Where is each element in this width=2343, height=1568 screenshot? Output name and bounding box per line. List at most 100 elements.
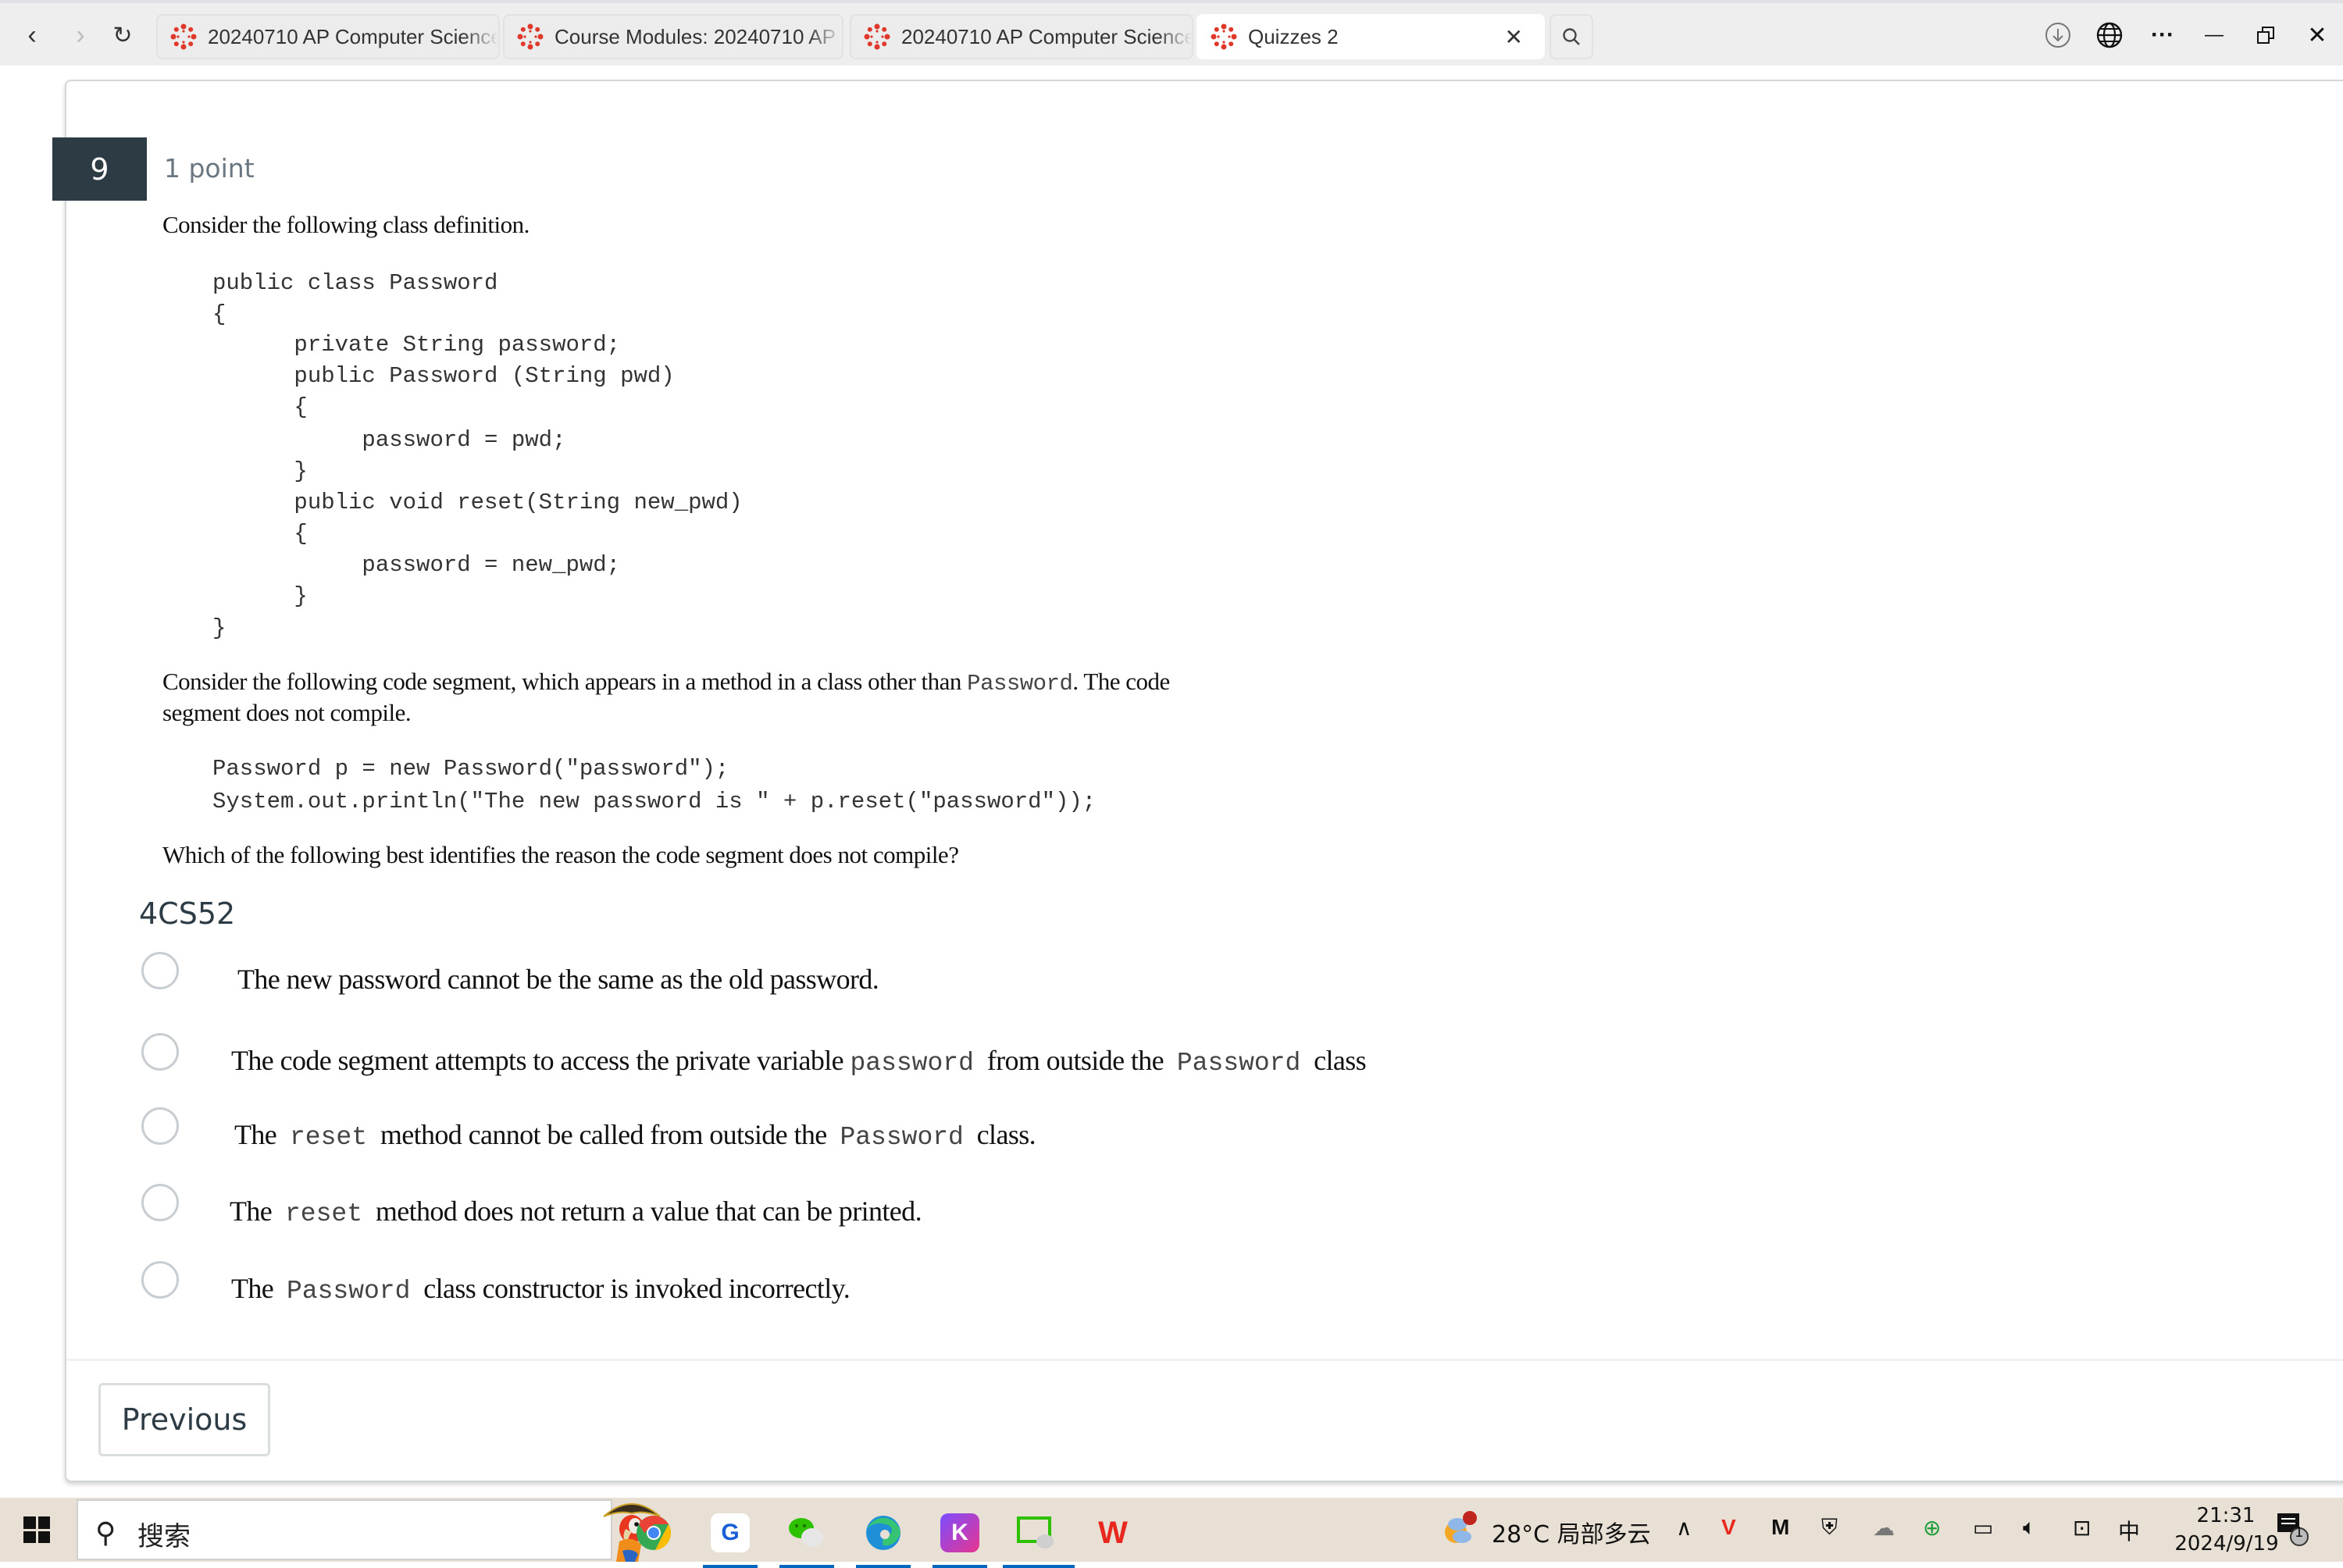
wps-icon[interactable]: W: [1093, 1513, 1132, 1552]
previous-button[interactable]: Previous: [98, 1383, 270, 1456]
close-icon: ✕: [2307, 22, 2327, 48]
back-button[interactable]: ‹: [14, 17, 50, 53]
canvas-logo-icon: [1211, 23, 1237, 50]
k-app-icon[interactable]: K: [933, 1513, 987, 1568]
notification-center-icon[interactable]: 1: [2274, 1510, 2312, 1553]
wechat-screen-icon[interactable]: [1003, 1513, 1075, 1568]
inline-code: password: [850, 1049, 974, 1078]
inline-code: reset: [289, 1123, 368, 1152]
code-line: public Password (String pwd): [212, 363, 675, 389]
windows-taskbar: ⚲ 搜索 G K W 28°C 局部多云 ∧ V M ⛨ ☁ ⊕ ▭ 🔈︎ ⊡ …: [0, 1498, 2343, 1568]
weather-icon[interactable]: [1442, 1510, 1479, 1553]
answer-option-label[interactable]: The reset method does not return a value…: [230, 1195, 922, 1228]
wechat-logo: [789, 1518, 823, 1547]
tab-3[interactable]: 20240710 AP Computer Science: [850, 14, 1193, 59]
answer-radio[interactable]: [141, 1184, 179, 1221]
answer-radio[interactable]: [141, 1261, 179, 1299]
option-text: The: [231, 1273, 287, 1304]
option-text: class: [1300, 1045, 1367, 1076]
option-text: The: [234, 1119, 290, 1150]
segment-description-cont: segment does not compile.: [162, 699, 412, 726]
inline-code: Password: [840, 1123, 964, 1152]
browser-toolbar: ‹ › ↻ 20240710 AP Computer Science Cours…: [0, 0, 2343, 66]
back-icon: ‹: [27, 20, 37, 50]
minimize-icon: —: [2205, 24, 2224, 45]
segment-code-line: Password p = new Password("password");: [212, 756, 729, 782]
answer-option-label[interactable]: The code segment attempts to access the …: [231, 1044, 1367, 1078]
answer-radio[interactable]: [141, 952, 179, 989]
ime-indicator[interactable]: 中: [2118, 1515, 2140, 1546]
question-prompt: Which of the following best identifies t…: [162, 841, 959, 868]
answer-radio[interactable]: [141, 1107, 179, 1145]
tab-2[interactable]: Course Modules: 20240710 AP Computer Sci…: [503, 14, 843, 59]
chrome-icon[interactable]: [634, 1513, 673, 1552]
screen-share-logo: [1017, 1516, 1054, 1548]
inline-code: Password: [1176, 1049, 1301, 1078]
wechat-icon[interactable]: [779, 1513, 834, 1568]
search-icon: [1563, 28, 1580, 45]
weather-cloud-icon: [1445, 1511, 1477, 1543]
notification-bubble: [2277, 1513, 2309, 1546]
code-line: }: [212, 583, 308, 609]
close-window-button[interactable]: ✕: [2298, 16, 2337, 55]
reload-button[interactable]: ↻: [105, 17, 141, 53]
tab-title: Course Modules: 20240710 AP Computer Sci…: [555, 24, 842, 48]
option-text: The new password cannot be the same as t…: [237, 964, 879, 995]
tab-title: Quizzes 2: [1248, 24, 1339, 48]
downloads-button[interactable]: [2038, 16, 2077, 55]
taskbar-search-placeholder: 搜索: [137, 1521, 191, 1552]
code-line: password = new_pwd;: [212, 552, 621, 578]
segment-code-line: System.out.println("The new password is …: [212, 789, 1097, 814]
question-points: 1 point: [164, 153, 255, 184]
answer-option-label[interactable]: The reset method cannot be called from o…: [234, 1118, 1036, 1152]
option-text: The: [230, 1196, 285, 1227]
edge-icon[interactable]: [856, 1513, 911, 1568]
g-app-icon[interactable]: G: [703, 1513, 758, 1568]
segment-description: Consider the following code segment, whi…: [162, 668, 1170, 697]
edge-logo: [866, 1516, 900, 1550]
restore-button[interactable]: [2246, 16, 2285, 55]
green-plus-tray-icon[interactable]: ⊕: [1923, 1515, 1941, 1541]
option-text: method does not return a value that can …: [362, 1196, 922, 1227]
weather-text[interactable]: 28°C 局部多云: [1492, 1515, 1651, 1549]
question-number: 9: [52, 137, 147, 201]
close-tab-icon[interactable]: ✕: [1505, 24, 1523, 50]
tab-1[interactable]: 20240710 AP Computer Science: [156, 14, 500, 59]
code-line: private String password;: [212, 332, 621, 358]
code-line: public class Password: [212, 270, 498, 296]
security-shield-icon[interactable]: ⛨: [1821, 1515, 1838, 1541]
footer-divider: [66, 1359, 2343, 1361]
notification-count: 1: [2295, 1524, 2304, 1541]
search-icon: ⚲: [95, 1516, 116, 1548]
minimize-button[interactable]: —: [2195, 16, 2234, 55]
clock-time[interactable]: 21:31: [2179, 1504, 2273, 1527]
answer-option-label[interactable]: The new password cannot be the same as t…: [237, 963, 879, 996]
show-hidden-icons-chevron-icon[interactable]: ∧: [1676, 1515, 1692, 1541]
battery-plug-icon[interactable]: ▭: [1973, 1515, 1993, 1541]
tab-search-button[interactable]: [1550, 14, 1593, 59]
onedrive-sync-icon[interactable]: ☁: [1873, 1515, 1895, 1541]
m-tray-icon[interactable]: M: [1771, 1515, 1789, 1540]
forward-icon: ›: [76, 20, 85, 50]
start-button[interactable]: [23, 1516, 50, 1543]
code-line: {: [212, 301, 226, 327]
network-icon[interactable]: ⊡: [2073, 1515, 2091, 1541]
segment-text: Consider the following code segment, whi…: [162, 668, 968, 695]
chrome-logo: [637, 1516, 672, 1550]
canvas-logo-icon: [170, 23, 197, 50]
vs-tray-icon[interactable]: V: [1721, 1515, 1736, 1540]
inline-code: reset: [284, 1199, 363, 1228]
volume-icon[interactable]: 🔈︎: [2023, 1515, 2036, 1541]
option-text: class constructor is invoked incorrectly…: [410, 1273, 851, 1304]
more-menu-button[interactable]: ···: [2143, 16, 2182, 55]
code-line: {: [212, 394, 308, 420]
answer-radio[interactable]: [141, 1033, 179, 1071]
canvas-logo-icon: [517, 23, 544, 50]
answer-option-label[interactable]: The Password class constructor is invoke…: [231, 1272, 851, 1306]
translate-button[interactable]: [2090, 16, 2129, 55]
code-line: password = pwd;: [212, 427, 566, 453]
option-text: class.: [963, 1119, 1036, 1150]
tab-quizzes-2[interactable]: Quizzes 2 ✕: [1196, 14, 1545, 59]
taskbar-search[interactable]: ⚲ 搜索: [77, 1499, 661, 1562]
forward-button[interactable]: ›: [62, 17, 98, 53]
